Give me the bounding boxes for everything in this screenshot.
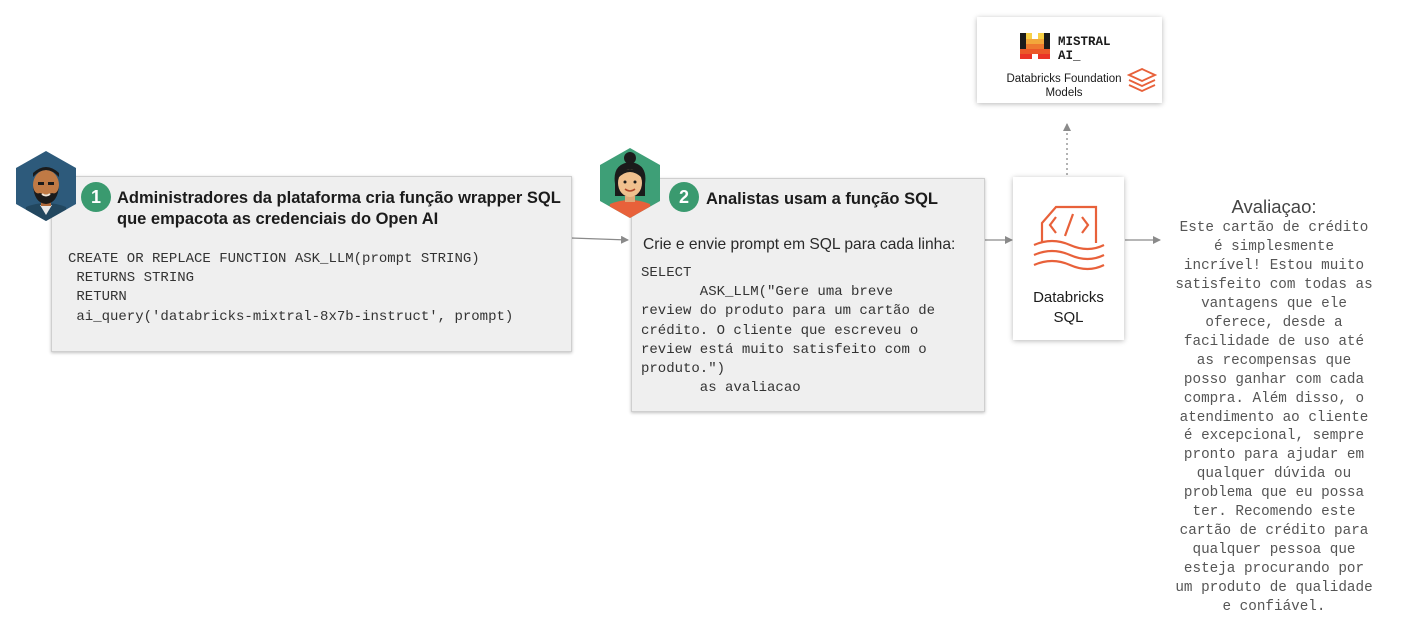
step-2-badge: 2 [669,182,699,212]
step-1-title-line1: Administradores da plataforma cria funçã… [117,189,561,207]
generated-review-text: Este cartão de crédito é simplesmente in… [1175,220,1373,616]
foundation-models-card: MISTRAL AI_ Databricks Foundation Models [977,17,1162,103]
arrow-step1-to-step2 [570,235,629,244]
databricks-sql-label: Databricks SQL [1033,289,1104,326]
mistral-brand-text: MISTRAL AI_ [1058,35,1111,63]
ask-llm-query-code: SELECT ASK_LLM("Gere uma breve review do… [641,265,936,397]
admin-avatar [14,149,78,223]
step-1-badge: 1 [81,182,111,212]
wrapper-function-code: CREATE OR REPLACE FUNCTION ASK_LLM(promp… [68,251,514,325]
sql-code-icon [1033,205,1105,271]
step-1-title-line2: que empacota as credenciais do Open AI [117,210,439,228]
step-2-title: Analistas usam a função SQL [706,190,938,208]
step-1-title: Administradores da plataforma cria funçã… [117,188,561,230]
databricks-stack-icon [1127,68,1157,92]
analyst-avatar [598,146,662,220]
mistral-logo-icon [1020,33,1050,59]
review-title: Avaliaçao: [1231,196,1317,217]
databricks-sql-card: Databricks SQL [1013,177,1124,340]
foundation-models-label: Databricks Foundation Models [1006,73,1122,99]
step-2-subtitle: Crie e envie prompt em SQL para cada lin… [643,236,956,253]
